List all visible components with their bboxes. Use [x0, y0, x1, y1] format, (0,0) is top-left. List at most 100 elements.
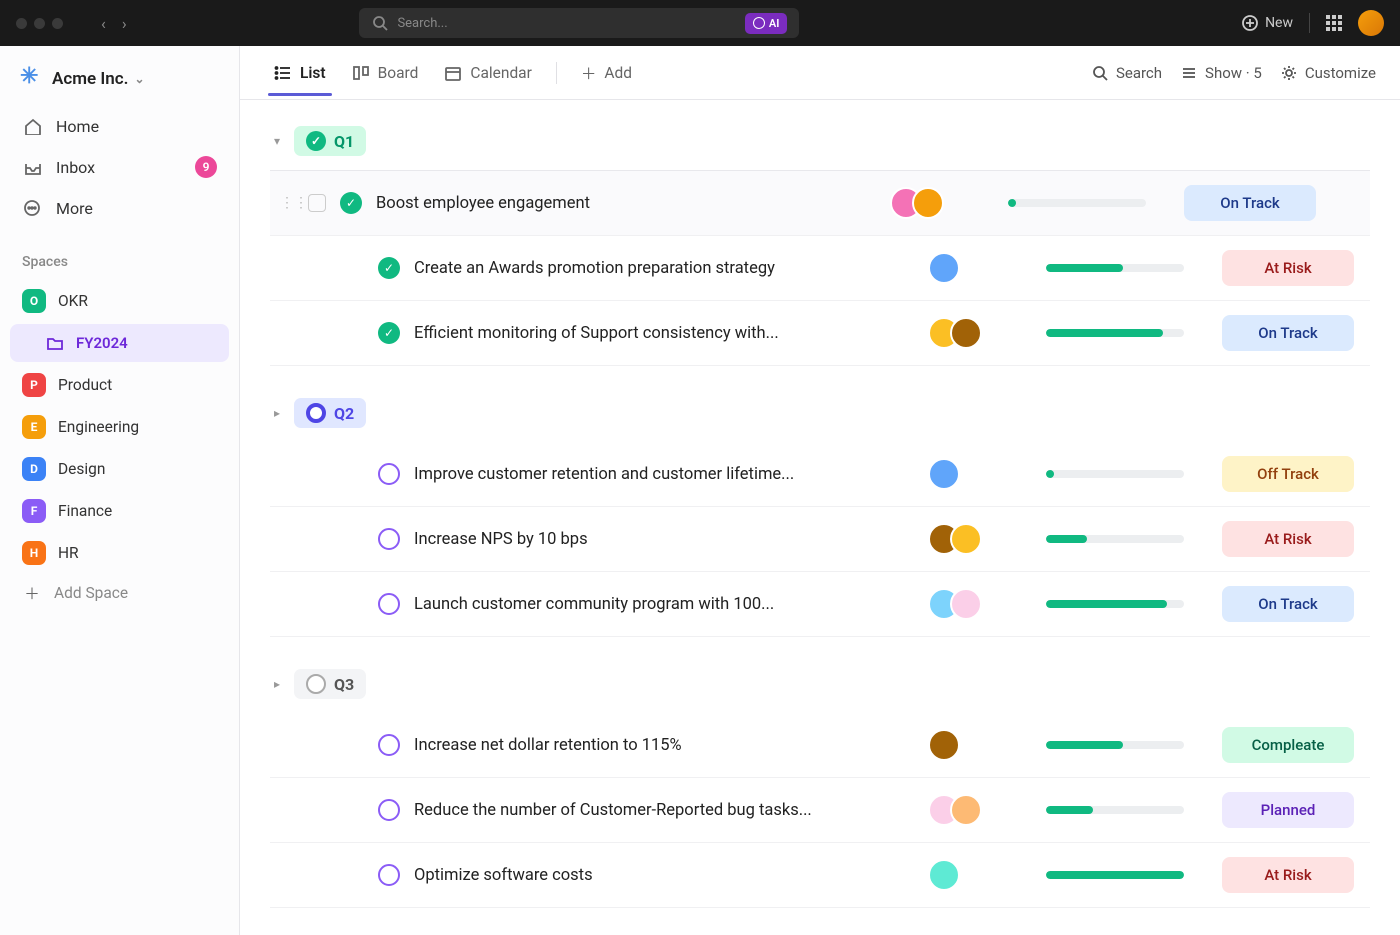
space-item-design[interactable]: DDesign: [10, 448, 229, 490]
task-row[interactable]: ⋮⋮ ✓ Efficient monitoring of Support con…: [270, 301, 1370, 366]
avatar[interactable]: [928, 458, 960, 490]
status-badge[interactable]: On Track: [1184, 185, 1316, 221]
space-badge: P: [22, 373, 46, 397]
avatar[interactable]: [928, 729, 960, 761]
progress-bar[interactable]: [1046, 535, 1184, 543]
status-open-icon[interactable]: [378, 528, 400, 550]
sidebar-item-inbox[interactable]: Inbox 9: [10, 146, 229, 188]
add-space-button[interactable]: ＋ Add Space: [10, 574, 229, 612]
group-label-q3[interactable]: Q3: [294, 669, 366, 699]
group-label-q1[interactable]: ✓Q1: [294, 126, 366, 156]
toolbar-show[interactable]: Show · 5: [1180, 64, 1262, 82]
task-row[interactable]: ⋮⋮ ✓ Boost employee engagement On Track: [270, 170, 1370, 236]
back-button[interactable]: ‹: [95, 12, 112, 35]
status-done-icon[interactable]: ✓: [378, 322, 400, 344]
task-row[interactable]: ⋮⋮ Optimize software costs At Risk: [270, 843, 1370, 908]
status-open-icon[interactable]: [378, 734, 400, 756]
progress-bar[interactable]: [1046, 264, 1184, 272]
columns-icon: [1180, 64, 1198, 82]
window-controls[interactable]: [16, 18, 63, 29]
task-row[interactable]: ⋮⋮ Increase net dollar retention to 115%…: [270, 713, 1370, 778]
view-tab-list[interactable]: List: [264, 50, 336, 96]
status-badge[interactable]: At Risk: [1222, 250, 1354, 286]
assignees[interactable]: [928, 859, 1008, 891]
task-row[interactable]: ⋮⋮ Increase NPS by 10 bps At Risk: [270, 507, 1370, 572]
status-open-icon[interactable]: [378, 864, 400, 886]
status-badge[interactable]: On Track: [1222, 315, 1354, 351]
status-badge[interactable]: Compleate: [1222, 727, 1354, 763]
task-checkbox[interactable]: [308, 194, 326, 212]
space-item-engineering[interactable]: EEngineering: [10, 406, 229, 448]
progress-bar[interactable]: [1046, 329, 1184, 337]
status-open-icon[interactable]: [378, 593, 400, 615]
group-toggle[interactable]: ▾: [270, 134, 284, 148]
toolbar-search[interactable]: Search: [1091, 64, 1162, 82]
avatar[interactable]: [912, 187, 944, 219]
forward-button[interactable]: ›: [116, 12, 133, 35]
task-row[interactable]: ⋮⋮ Reduce the number of Customer-Reporte…: [270, 778, 1370, 843]
progress-bar[interactable]: [1046, 600, 1184, 608]
progress-bar[interactable]: [1046, 741, 1184, 749]
plus-icon: ＋: [22, 583, 42, 603]
space-item-hr[interactable]: HHR: [10, 532, 229, 574]
status-badge[interactable]: Off Track: [1222, 456, 1354, 492]
folder-icon: [46, 334, 64, 352]
assignees[interactable]: [890, 187, 970, 219]
avatar[interactable]: [928, 859, 960, 891]
assignees[interactable]: [928, 458, 1008, 490]
avatar[interactable]: [950, 588, 982, 620]
status-done-icon[interactable]: ✓: [340, 192, 362, 214]
sidebar-item-more[interactable]: More: [10, 188, 229, 228]
new-button[interactable]: New: [1241, 14, 1293, 32]
group-toggle[interactable]: ▸: [270, 406, 284, 420]
apps-icon[interactable]: [1326, 15, 1342, 31]
status-badge[interactable]: Planned: [1222, 792, 1354, 828]
status-open-icon[interactable]: [378, 799, 400, 821]
add-view-button[interactable]: ＋ Add: [571, 48, 642, 98]
space-item-product[interactable]: PProduct: [10, 364, 229, 406]
ai-button[interactable]: AI: [745, 13, 788, 34]
progress-bar[interactable]: [1008, 199, 1146, 207]
avatar[interactable]: [928, 252, 960, 284]
task-title: Optimize software costs: [414, 866, 914, 885]
inbox-badge: 9: [195, 156, 217, 178]
space-item-okr[interactable]: OOKR: [10, 280, 229, 322]
avatar[interactable]: [950, 794, 982, 826]
toolbar-customize[interactable]: Customize: [1280, 64, 1376, 82]
sidebar-item-home[interactable]: Home: [10, 106, 229, 146]
calendar-icon: [444, 64, 462, 82]
status-badge[interactable]: At Risk: [1222, 857, 1354, 893]
progress-bar[interactable]: [1046, 806, 1184, 814]
progress-bar[interactable]: [1046, 470, 1184, 478]
status-done-icon[interactable]: ✓: [378, 257, 400, 279]
assignees[interactable]: [928, 729, 1008, 761]
view-tab-board[interactable]: Board: [342, 50, 429, 96]
inbox-icon: [22, 157, 42, 177]
global-search[interactable]: Search... AI: [359, 8, 799, 38]
status-badge[interactable]: On Track: [1222, 586, 1354, 622]
view-tab-calendar[interactable]: Calendar: [434, 50, 542, 96]
avatar[interactable]: [950, 523, 982, 555]
status-open-icon[interactable]: [378, 463, 400, 485]
user-avatar[interactable]: [1358, 10, 1384, 36]
task-row[interactable]: ⋮⋮ ✓ Create an Awards promotion preparat…: [270, 236, 1370, 301]
task-row[interactable]: ⋮⋮ Improve customer retention and custom…: [270, 442, 1370, 507]
avatar[interactable]: [950, 317, 982, 349]
group-toggle[interactable]: ▸: [270, 677, 284, 691]
assignees[interactable]: [928, 252, 1008, 284]
assignees[interactable]: [928, 794, 1008, 826]
group-label-q2[interactable]: Q2: [294, 398, 366, 428]
drag-handle-icon[interactable]: ⋮⋮: [280, 195, 294, 211]
folder-item-fy2024[interactable]: FY2024: [10, 324, 229, 362]
status-badge[interactable]: At Risk: [1222, 521, 1354, 557]
task-row[interactable]: ⋮⋮ Launch customer community program wit…: [270, 572, 1370, 637]
assignees[interactable]: [928, 588, 1008, 620]
assignees[interactable]: [928, 523, 1008, 555]
workspace-switcher[interactable]: Acme Inc. ⌄: [10, 60, 229, 106]
view-toolbar: List Board Calendar ＋ Add Search Show · …: [240, 46, 1400, 100]
space-item-finance[interactable]: FFinance: [10, 490, 229, 532]
assignees[interactable]: [928, 317, 1008, 349]
search-icon: [1091, 64, 1109, 82]
search-icon: [371, 14, 389, 32]
progress-bar[interactable]: [1046, 871, 1184, 879]
